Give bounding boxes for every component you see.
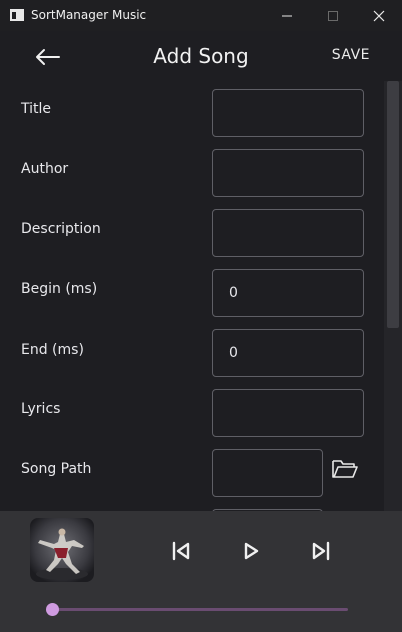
album-art — [30, 518, 94, 582]
lyrics-field[interactable] — [212, 389, 364, 437]
begin-ms-field[interactable]: 0 — [212, 269, 364, 317]
skip-next-button[interactable] — [309, 539, 333, 563]
author-field[interactable] — [212, 149, 364, 197]
end-ms-label: End (ms) — [21, 342, 84, 358]
seek-track[interactable] — [52, 608, 348, 611]
save-button[interactable]: SAVE — [332, 47, 370, 63]
song-path-field[interactable] — [212, 449, 323, 497]
scrollbar-thumb[interactable] — [387, 81, 399, 328]
app-header: Add Song SAVE — [0, 31, 402, 81]
close-icon — [373, 10, 385, 21]
skip-previous-button[interactable] — [169, 539, 193, 563]
begin-ms-label: Begin (ms) — [21, 281, 98, 297]
maximize-icon — [328, 10, 338, 21]
form-scrollbar[interactable] — [384, 81, 402, 511]
seek-thumb[interactable] — [46, 603, 59, 616]
back-button[interactable] — [33, 45, 63, 69]
close-button[interactable] — [356, 0, 402, 31]
description-label: Description — [21, 221, 101, 237]
app-icon — [10, 9, 24, 21]
song-path-label: Song Path — [21, 461, 92, 477]
play-button[interactable] — [239, 539, 263, 563]
title-field[interactable] — [212, 89, 364, 137]
description-field[interactable] — [212, 209, 364, 257]
window-title: SortManager Music — [31, 8, 147, 22]
folder-icon — [332, 460, 358, 478]
author-label: Author — [21, 161, 69, 177]
minimize-button[interactable] — [264, 0, 310, 31]
window-titlebar: SortManager Music — [0, 0, 402, 31]
skip-next-icon — [312, 541, 330, 561]
play-icon — [244, 542, 259, 560]
lyrics-label: Lyrics — [21, 401, 61, 417]
minimize-icon — [282, 15, 292, 16]
add-song-form: Title Author Description Begin (ms) 0 En… — [0, 81, 384, 511]
back-arrow-icon — [36, 49, 60, 65]
title-label: Title — [21, 101, 52, 117]
maximize-button[interactable] — [310, 0, 356, 31]
skip-previous-icon — [172, 541, 190, 561]
music-player — [0, 511, 402, 632]
end-ms-field[interactable]: 0 — [212, 329, 364, 377]
browse-folder-button[interactable] — [331, 457, 359, 481]
